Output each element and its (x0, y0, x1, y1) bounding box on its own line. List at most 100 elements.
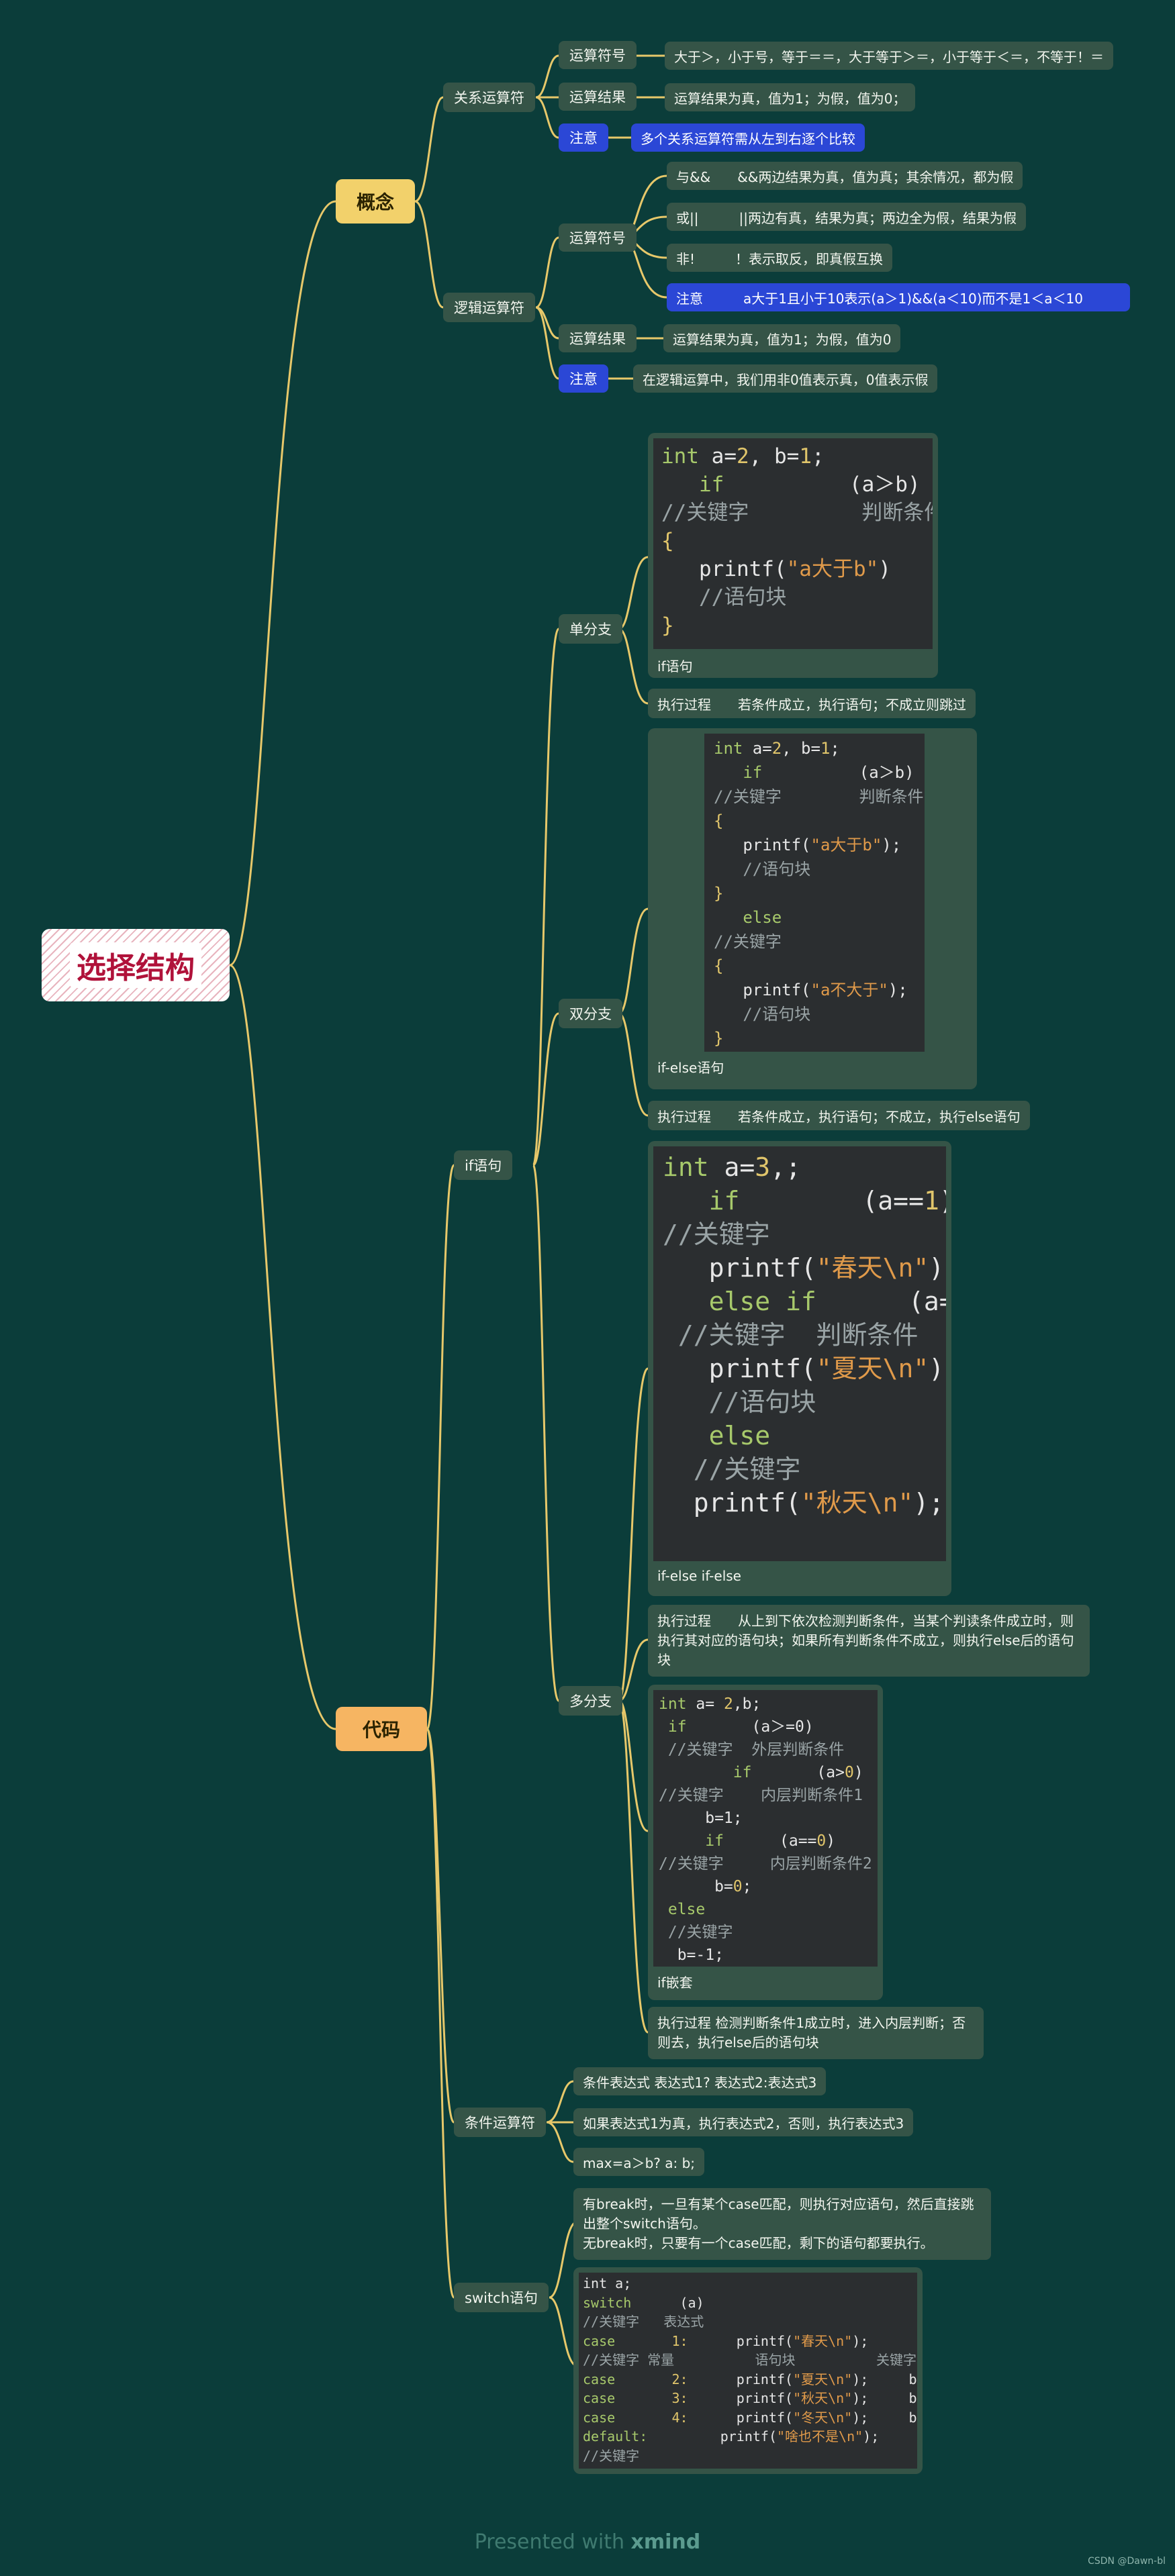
topic-double-branch[interactable]: 双分支 (559, 999, 622, 1028)
relational-result-value: 运算结果为真，值为1；为假，值为0； (674, 90, 906, 107)
double-branch-exec[interactable]: 执行过程 若条件成立，执行语句；不成立，执行else语句 (648, 1101, 1030, 1130)
root-label: 选择结构 (70, 942, 201, 988)
code-line: { (714, 956, 724, 975)
logical-note-value: 在逻辑运算中，我们用非0值表示真，0值表示假 (643, 371, 929, 388)
topic-relational-result[interactable]: 运算结果 (559, 83, 637, 111)
multi-branch-caption: if-else if-else (657, 1568, 741, 1584)
code-line: //关键字 内层判断条件1 (659, 1787, 863, 1804)
code-line: //关键字 (583, 2447, 640, 2464)
logical-label: 逻辑运算符 (454, 300, 524, 316)
relational-label: 关系运算符 (454, 90, 524, 106)
single-branch-exec-value: 执行过程 若条件成立，执行语句；不成立则跳过 (657, 696, 966, 713)
conditional-item-2-value: 如果表达式1为真，执行表达式2，否则，执行表达式3 (583, 2115, 904, 2132)
code-line: //关键字 内层判断条件2 (659, 1855, 872, 1873)
code-line: printf("春天\n"); (663, 1253, 946, 1283)
code-line: //关键字 常量 语句块 关键字 (583, 2352, 916, 2368)
relational-note-value: 多个关系运算符需从左到右逐个比较 (641, 130, 855, 147)
code-line: } (714, 1029, 724, 1048)
code-line: //关键字 判断条件 (663, 1320, 919, 1350)
switch-description-value: 有break时，一旦有某个case匹配，则执行对应语句，然后直接跳出整个swit… (583, 2196, 974, 2251)
code-line: else (714, 908, 782, 927)
code-line: int a; (583, 2275, 632, 2291)
topic-logical-note[interactable]: 注意 (559, 364, 608, 393)
code-line: int a=2, b=1; (661, 444, 825, 468)
credit-watermark: CSDN @Dawn-bl (1088, 2556, 1166, 2567)
mindmap-canvas: 选择结构 概念 关系运算符 运算符号 大于＞，小于号，等于＝＝，大于等于＞＝，小… (0, 0, 1175, 2576)
topic-switch-statement[interactable]: switch语句 (454, 2283, 549, 2312)
conditional-item-3[interactable]: max=a＞b? a: b; (573, 2148, 705, 2176)
code-line: //语句块 (663, 1387, 816, 1417)
nested-if-caption: if嵌套 (657, 1975, 693, 1991)
logical-note-range-value: 注意 a大于1且小于10表示(a＞1)&&(a＜10)而不是1＜a＜10 (676, 290, 1083, 307)
link-root-code (229, 964, 336, 1730)
switch-label: switch语句 (465, 2290, 538, 2306)
nested-if-card[interactable]: int a= 2,b; if (a＞=0) //关键字 外层判断条件 if (a… (648, 1685, 883, 2000)
double-branch-caption: if-else语句 (657, 1060, 724, 1076)
switch-code: int a; switch (a) //关键字 表达式 case 1: printf(… (579, 2273, 917, 2469)
relational-note-text[interactable]: 多个关系运算符需从左到右逐个比较 (631, 123, 865, 152)
main-topic-code[interactable]: 代码 (336, 1707, 427, 1751)
code-line: printf("a大于b") (661, 557, 891, 581)
code-line: printf("夏天\n"); (663, 1354, 946, 1383)
relational-result-text[interactable]: 运算结果为真，值为1；为假，值为0； (665, 83, 916, 111)
conditional-item-3-value: max=a＞b? a: b; (583, 2154, 696, 2171)
topic-if-statement[interactable]: if语句 (454, 1150, 513, 1180)
single-branch-exec[interactable]: 执行过程 若条件成立，执行语句；不成立则跳过 (648, 689, 976, 718)
code-line: else (659, 1901, 706, 1918)
code-line: int a=3,; (663, 1152, 801, 1182)
logical-not-text[interactable]: 非! ！表示取反，即真假互换 (667, 244, 893, 272)
topic-logical-operators[interactable]: 逻辑运算符 (443, 293, 535, 322)
conditional-item-2[interactable]: 如果表达式1为真，执行表达式2，否则，执行表达式3 (573, 2108, 914, 2136)
relational-note-label: 注意 (569, 130, 598, 146)
if-label: if语句 (465, 1158, 502, 1174)
conditional-item-1[interactable]: 条件表达式 表达式1? 表达式2:表达式3 (573, 2067, 827, 2095)
single-branch-card[interactable]: int a=2, b=1; if (a＞b) //关键字 判断条件 { printf… (648, 433, 938, 678)
code-line: case 1: printf("春天\n"); break (583, 2332, 917, 2349)
relational-symbols-text[interactable]: 大于＞，小于号，等于＝＝，大于等于＞＝，小于等于＜＝，不等于！＝ (665, 42, 1113, 70)
code-line: switch (a) (583, 2294, 704, 2311)
logical-note-range-text[interactable]: 注意 a大于1且小于10表示(a＞1)&&(a＜10)而不是1＜a＜10 (667, 283, 1130, 311)
code-line: printf("秋天\n"); (663, 1488, 945, 1518)
code-line: if (a==1) (708, 1186, 946, 1216)
multi-branch-card[interactable]: int a=3,; if (a==1) //关键字 printf("春天\n");… (648, 1141, 951, 1596)
topic-conditional-operator[interactable]: 条件运算符 (454, 2108, 546, 2137)
topic-relational-operators[interactable]: 关系运算符 (443, 83, 535, 112)
footer-presented-with: Presented with xmind (0, 2530, 1175, 2554)
logical-and-text[interactable]: 与&& &&两边结果为真，值为真；其余情况，都为假 (667, 162, 1023, 190)
code-line: if (a==0) (659, 1832, 836, 1850)
double-branch-code: int a=2, b=1; if (a＞b) //关键字 判断条件 { printf… (704, 734, 925, 1052)
multi-branch-exec[interactable]: 执行过程 从上到下依次检测判断条件，当某个判读条件成立时，则执行其对应的语句块；… (648, 1605, 1090, 1677)
code-line: b=-1; (659, 1946, 724, 1964)
topic-logical-symbols[interactable]: 运算符号 (559, 224, 637, 252)
code-line: //关键字 (663, 1220, 770, 1249)
logical-or-text[interactable]: 或|| ||两边有真，结果为真；两边全为假，结果为假 (667, 203, 1026, 231)
multi-branch-label: 多分支 (569, 1693, 612, 1710)
logical-result-text[interactable]: 运算结果为真，值为1；为假，值为0 (663, 324, 901, 352)
topic-multi-branch[interactable]: 多分支 (559, 1686, 622, 1716)
code-line: printf("a大于b"); (714, 836, 902, 854)
topic-relational-symbols[interactable]: 运算符号 (559, 41, 637, 69)
logical-result-label: 运算结果 (569, 331, 626, 347)
logical-symbols-label: 运算符号 (569, 230, 626, 246)
logical-not-value: 非! ！表示取反，即真假互换 (676, 250, 884, 267)
code-line: { (661, 529, 674, 553)
double-branch-card[interactable]: int a=2, b=1; if (a＞b) //关键字 判断条件 { printf… (648, 728, 977, 1089)
logical-note-text[interactable]: 在逻辑运算中，我们用非0值表示真，0值表示假 (633, 364, 938, 393)
switch-description[interactable]: 有break时，一旦有某个case匹配，则执行对应语句，然后直接跳出整个swit… (573, 2188, 991, 2260)
code-line: } (714, 884, 724, 903)
relational-result-label: 运算结果 (569, 89, 626, 105)
code-line: int a= 2,b; (659, 1695, 761, 1713)
code-label: 代码 (362, 1719, 400, 1741)
nested-if-exec[interactable]: 执行过程 检测判断条件1成立时，进入内层判断；否则去，执行else后的语句块 (648, 2007, 984, 2059)
switch-code-card[interactable]: int a; switch (a) //关键字 表达式 case 1: printf(… (573, 2267, 923, 2474)
main-topic-concept[interactable]: 概念 (336, 179, 415, 224)
code-line: if (a＞b) (743, 763, 914, 782)
double-branch-label: 双分支 (569, 1006, 612, 1022)
code-line: //关键字 (659, 1924, 733, 1941)
single-branch-label: 单分支 (569, 622, 612, 638)
topic-relational-note[interactable]: 注意 (559, 123, 608, 152)
topic-logical-result[interactable]: 运算结果 (559, 324, 637, 352)
topic-single-branch[interactable]: 单分支 (559, 614, 622, 644)
root-topic[interactable]: 选择结构 (42, 929, 230, 1001)
single-branch-caption: if语句 (657, 658, 693, 675)
